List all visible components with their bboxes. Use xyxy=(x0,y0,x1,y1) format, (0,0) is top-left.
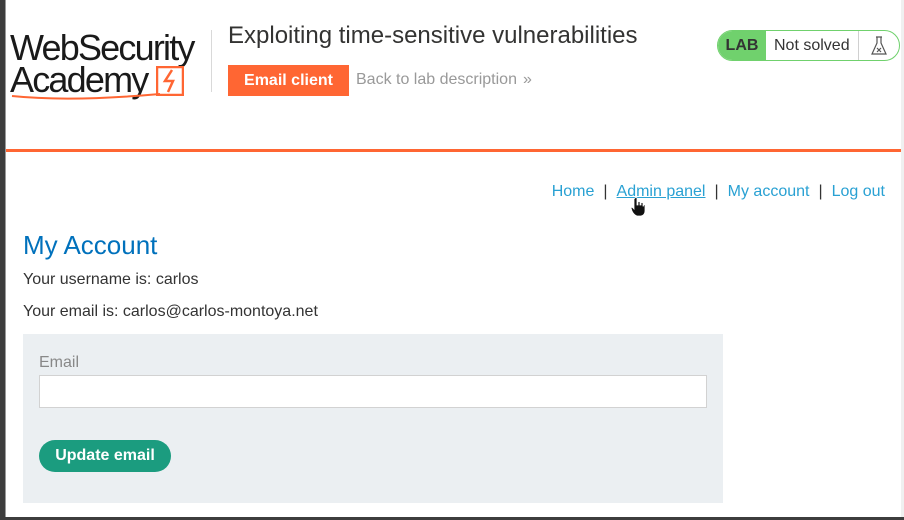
window-frame-highlight xyxy=(5,0,6,520)
email-field-label: Email xyxy=(39,354,80,371)
username-text: Your username is: carlos xyxy=(23,271,199,288)
flask-icon xyxy=(871,35,887,55)
nav-separator: | xyxy=(603,183,608,200)
account-navigation: Home | Admin panel | My account | Log out xyxy=(552,183,885,201)
nav-separator: | xyxy=(714,183,719,200)
back-link-label: Back to lab description xyxy=(356,71,517,88)
header-orange-rule xyxy=(6,149,901,152)
lab-status-text: Not solved xyxy=(774,36,850,54)
change-email-form: Email Update email xyxy=(23,334,723,503)
email-text: Your email is: carlos@carlos-montoya.net xyxy=(23,303,318,320)
web-security-academy-logo[interactable]: WebSecurity Academy xyxy=(10,26,210,102)
nav-home-link[interactable]: Home xyxy=(552,183,595,200)
page-title: My Account xyxy=(23,230,158,260)
logo-swoosh-icon xyxy=(11,93,161,100)
nav-log-out-link[interactable]: Log out xyxy=(832,183,885,200)
update-email-button[interactable]: Update email xyxy=(39,440,171,472)
nav-my-account-link[interactable]: My account xyxy=(728,183,810,200)
lab-title: Exploiting time-sensitive vulnerabilitie… xyxy=(228,22,638,49)
lab-badge: LAB xyxy=(718,31,766,60)
double-chevron-right-icon: » xyxy=(522,71,532,88)
email-client-button[interactable]: Email client xyxy=(228,65,349,96)
lab-status-widget: LAB Not solved xyxy=(717,30,900,61)
nav-separator: | xyxy=(818,183,823,200)
back-to-lab-description-link[interactable]: Back to lab description » xyxy=(356,71,532,89)
header-divider xyxy=(211,30,212,92)
lab-status-flask xyxy=(858,31,899,60)
hand-pointer-cursor-icon xyxy=(630,197,646,217)
email-input[interactable] xyxy=(39,375,707,408)
